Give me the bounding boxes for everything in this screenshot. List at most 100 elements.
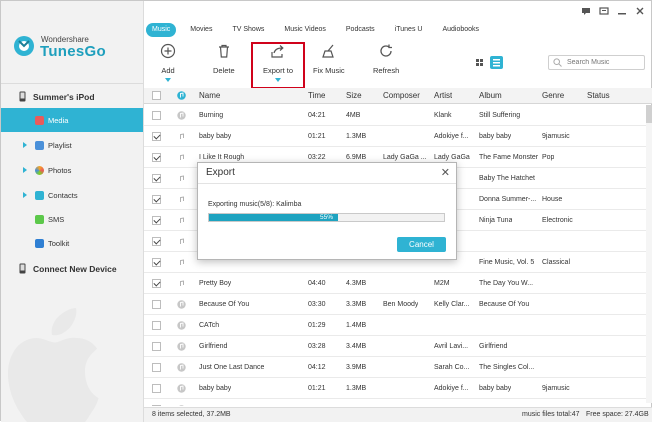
table-row[interactable]: Girlfriend 03:28 3.4MB Avril Lavi... Girlfri… xyxy=(144,336,652,357)
row-checkbox[interactable] xyxy=(152,132,161,141)
delete-button[interactable]: Delete xyxy=(213,43,235,83)
col-name[interactable]: Name xyxy=(199,88,220,103)
cell-name: Because Of You xyxy=(199,300,250,308)
row-checkbox[interactable] xyxy=(152,321,161,330)
col-genre[interactable]: Genre xyxy=(542,88,564,103)
device-item[interactable]: Summer's iPod xyxy=(19,91,95,102)
tab-music[interactable]: Music xyxy=(146,23,177,37)
grid-view-icon[interactable] xyxy=(473,56,486,69)
refresh-label: Refresh xyxy=(373,66,400,75)
cell-time: 01:21 xyxy=(308,384,326,392)
table-row[interactable]: Because Of You 03:30 3.3MB Ben Moody Kelly C… xyxy=(144,294,652,315)
cell-time: 01:29 xyxy=(308,321,326,329)
row-checkbox[interactable] xyxy=(152,111,161,120)
row-checkbox[interactable] xyxy=(152,216,161,225)
refresh-button[interactable]: Refresh xyxy=(373,43,399,83)
cell-album: Fine Music, Vol. 5 xyxy=(479,258,535,266)
delete-label: Delete xyxy=(213,66,235,75)
tab-tv-shows[interactable]: TV Shows xyxy=(222,23,274,37)
sidebar-item-sms[interactable]: SMS xyxy=(1,207,143,231)
tab-audiobooks[interactable]: Audiobooks xyxy=(432,23,489,37)
trash-icon xyxy=(218,44,229,58)
table-row[interactable]: baby baby 01:21 1.3MB Adokiye f... baby baby… xyxy=(144,126,652,147)
menu-icon[interactable] xyxy=(599,6,609,16)
brand-name: TunesGo xyxy=(40,43,106,60)
sidebar-item-label: Photos xyxy=(48,165,72,175)
close-icon[interactable] xyxy=(635,6,645,16)
tab-podcasts[interactable]: Podcasts xyxy=(336,23,385,37)
cell-genre: Pop xyxy=(542,153,555,161)
row-checkbox[interactable] xyxy=(152,153,161,162)
music-note-icon xyxy=(180,133,184,139)
col-album[interactable]: Album xyxy=(479,88,502,103)
search-input[interactable] xyxy=(548,55,645,70)
table-row[interactable]: Burning 04:21 4MB Klank Still Suffering xyxy=(144,399,652,406)
sms-icon xyxy=(35,214,44,224)
cell-size: 1.3MB xyxy=(346,384,367,392)
music-note-icon xyxy=(180,238,184,244)
list-view-icon[interactable] xyxy=(490,56,503,69)
row-checkbox[interactable] xyxy=(152,279,161,288)
tab-movies[interactable]: Movies xyxy=(180,23,222,37)
add-button[interactable]: Add xyxy=(160,43,176,83)
add-dropdown-icon[interactable] xyxy=(165,78,171,82)
expand-arrow-icon[interactable] xyxy=(23,167,27,173)
music-note-icon xyxy=(180,154,184,160)
row-checkbox[interactable] xyxy=(152,342,161,351)
close-icon[interactable]: ✕ xyxy=(441,166,450,179)
device-icon xyxy=(19,263,26,274)
cell-album: Girlfriend xyxy=(479,342,508,350)
sidebar-item-photos[interactable]: Photos xyxy=(1,158,143,182)
row-checkbox[interactable] xyxy=(152,174,161,183)
row-checkbox[interactable] xyxy=(152,195,161,204)
tab-music-videos[interactable]: Music Videos xyxy=(274,23,336,37)
table-row[interactable]: baby baby 01:21 1.3MB Adokiye f... baby baby… xyxy=(144,378,652,399)
col-time[interactable]: Time xyxy=(308,88,325,103)
scrollbar-thumb[interactable] xyxy=(646,105,652,123)
device-name: Summer's iPod xyxy=(33,91,95,102)
col-status[interactable]: Status xyxy=(587,88,610,103)
cell-artist: Klank xyxy=(434,111,452,119)
sidebar-item-toolkit[interactable]: Toolkit xyxy=(1,231,143,255)
cancel-button[interactable]: Cancel xyxy=(397,237,446,252)
col-size[interactable]: Size xyxy=(346,88,362,103)
cell-size: 4MB xyxy=(346,111,361,119)
minimize-icon[interactable] xyxy=(617,6,627,16)
row-checkbox[interactable] xyxy=(152,405,161,406)
tunesgo-window: Wondershare TunesGo Summer's iPod Media … xyxy=(0,0,652,422)
sidebar-item-label: Toolkit xyxy=(48,238,70,248)
sidebar-item-contacts[interactable]: Contacts xyxy=(1,183,143,207)
table-row[interactable]: Just One Last Dance 04:12 3.9MB Sarah Co...… xyxy=(144,357,652,378)
row-checkbox[interactable] xyxy=(152,384,161,393)
cell-size: 4MB xyxy=(346,399,360,407)
sidebar-divider xyxy=(1,83,143,84)
tab-itunes-u[interactable]: iTunes U xyxy=(385,23,433,37)
add-icon xyxy=(160,43,176,59)
vertical-scrollbar[interactable] xyxy=(646,105,652,403)
col-composer[interactable]: Composer xyxy=(383,88,420,103)
row-checkbox[interactable] xyxy=(152,237,161,246)
contacts-icon xyxy=(35,190,44,200)
cell-genre: 9jamusic xyxy=(542,384,570,392)
connect-new-device[interactable]: Connect New Device xyxy=(19,263,117,274)
table-header: Name Time Size Composer Artist Album Gen… xyxy=(144,88,652,104)
feedback-icon[interactable] xyxy=(581,6,591,16)
table-row[interactable]: Pretty Boy 04:40 4.3MB M2M The Day You W... xyxy=(144,273,652,294)
cell-album: Ninja Tuna xyxy=(479,216,513,224)
fix-music-button[interactable]: Fix Music xyxy=(313,43,345,83)
select-all-checkbox[interactable] xyxy=(152,91,161,100)
music-note-icon xyxy=(180,175,184,181)
expand-arrow-icon[interactable] xyxy=(23,192,27,198)
row-checkbox[interactable] xyxy=(152,363,161,372)
cell-genre: Classical xyxy=(542,258,571,266)
table-row[interactable]: Burning 04:21 4MB Klank Still Suffering xyxy=(144,105,652,126)
row-checkbox[interactable] xyxy=(152,300,161,309)
col-artist[interactable]: Artist xyxy=(434,88,452,103)
apple-watermark-icon xyxy=(7,308,99,422)
status-bar: 8 items selected, 37.2MB music files tot… xyxy=(144,407,652,422)
table-row[interactable]: CATch 01:29 1.4MB xyxy=(144,315,652,336)
row-checkbox[interactable] xyxy=(152,258,161,267)
expand-arrow-icon[interactable] xyxy=(23,142,27,148)
sidebar-item-playlist[interactable]: Playlist xyxy=(1,133,143,157)
sidebar-item-media[interactable]: Media xyxy=(1,108,143,132)
